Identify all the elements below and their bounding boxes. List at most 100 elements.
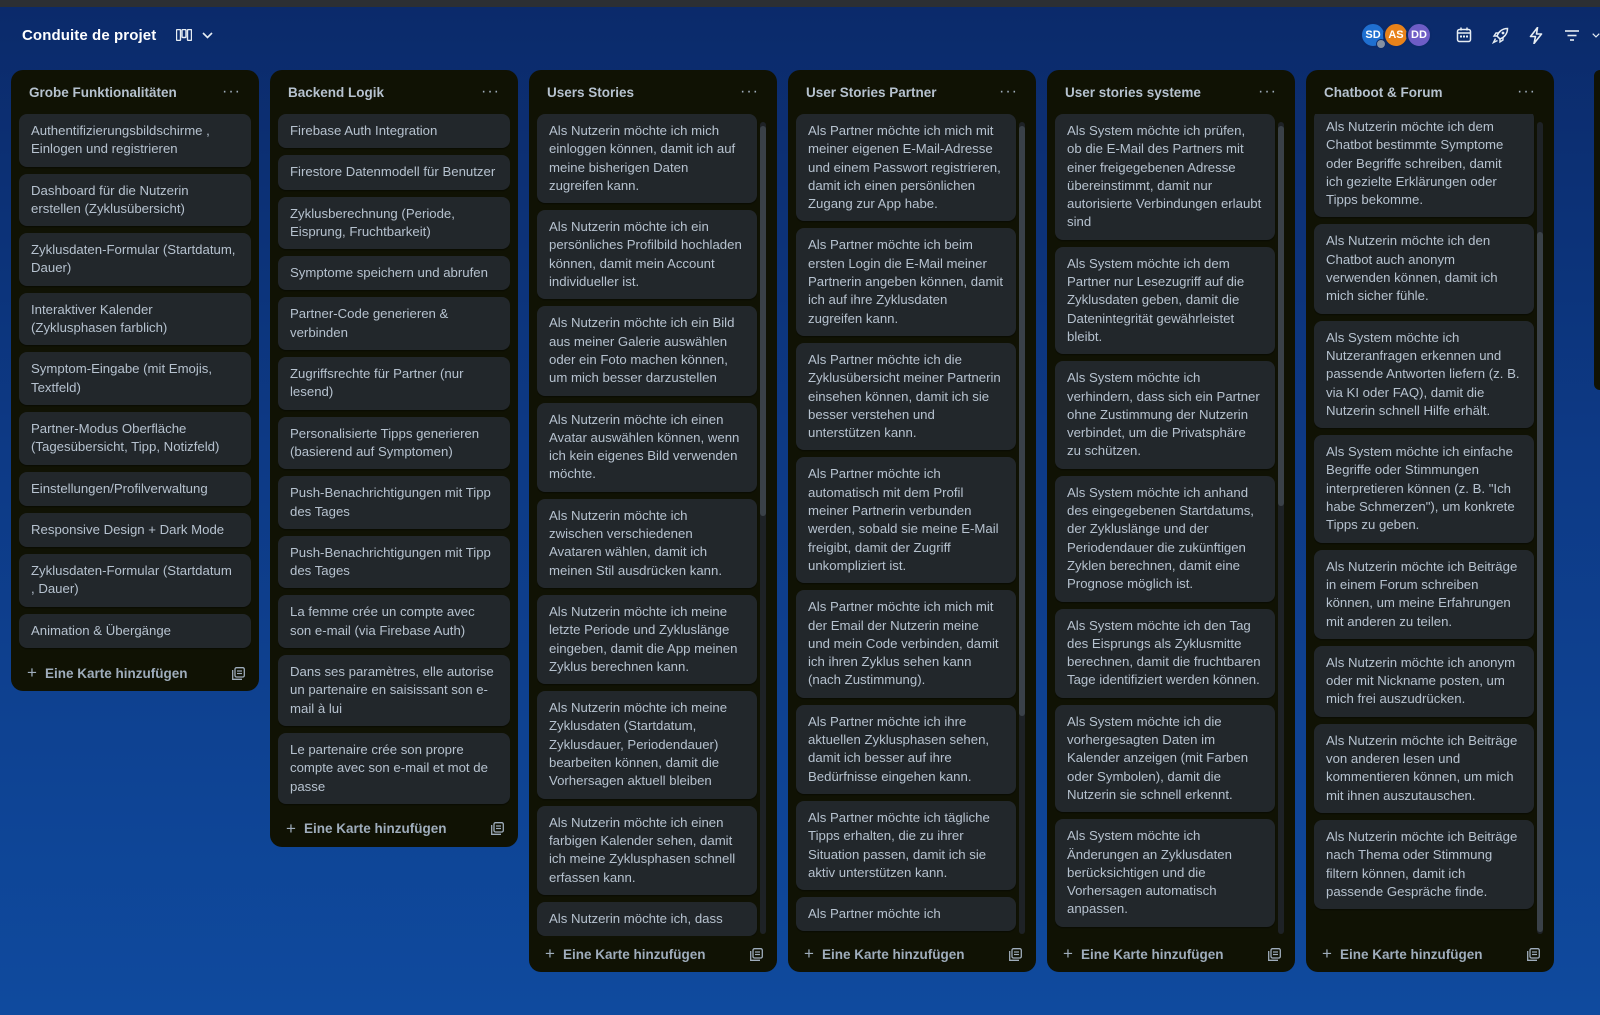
card-template-icon[interactable] [232, 666, 245, 680]
card[interactable]: Authentifizierungsbildschirme , Einlogen… [19, 114, 251, 167]
list-header[interactable]: User stories systeme ··· [1055, 70, 1287, 114]
list-title[interactable]: User stories systeme [1065, 85, 1201, 100]
more-options-icon[interactable]: ··· [740, 84, 759, 100]
list-header[interactable]: Users Stories ··· [537, 70, 769, 114]
list-header[interactable]: Backend Logik ··· [278, 70, 510, 114]
board-title[interactable]: Conduite de projet [22, 27, 156, 44]
list-header[interactable]: Chatboot & Forum ··· [1314, 70, 1546, 114]
list-title[interactable]: User Stories Partner [806, 85, 937, 100]
card[interactable]: Als Partner möchte ich mich mit meiner e… [796, 114, 1016, 222]
card[interactable]: Dashboard für die Nutzerin erstellen (Zy… [19, 173, 251, 227]
avatar[interactable]: DD [1406, 22, 1432, 48]
card[interactable]: Als Nutzerin möchte ich, dass [537, 901, 757, 936]
list-scrollbar[interactable] [1537, 122, 1543, 934]
card[interactable]: Push-Benachrichtigungen mit Tipp des Tag… [278, 476, 510, 529]
add-card-button[interactable]: + Eine Karte hinzufügen [1063, 944, 1223, 964]
lightning-icon[interactable] [1525, 24, 1547, 46]
card[interactable]: Als Nutzerin möchte ich meine Zyklusdate… [537, 691, 757, 799]
card[interactable]: Zyklusberechnung (Periode, Eisprung, Fru… [278, 196, 510, 250]
card[interactable]: Zugriffsrechte für Partner (nur lesend) [278, 357, 510, 410]
card[interactable]: Als System möchte ich dem Partner nur Le… [1055, 246, 1275, 355]
scrollbar-thumb[interactable] [760, 126, 766, 516]
card[interactable]: Als Nutzerin möchte ich Beiträge von and… [1314, 723, 1534, 813]
calendar-icon[interactable] [1453, 24, 1475, 46]
card[interactable]: Als Nutzerin möchte ich dem Chatbot best… [1314, 114, 1534, 218]
card[interactable]: Interaktiver Kalender (Zyklusphasen farb… [19, 292, 251, 346]
card[interactable]: Als System möchte ich verhindern, dass s… [1055, 361, 1275, 469]
card[interactable]: Als Nutzerin möchte ich Beiträge in eine… [1314, 549, 1534, 639]
card[interactable]: Als Nutzerin möchte ich mich einloggen k… [537, 114, 757, 204]
card[interactable]: Animation & Übergänge [19, 613, 251, 649]
card[interactable]: Als Partner möchte ich automatisch mit d… [796, 457, 1016, 584]
card[interactable]: Als Nutzerin möchte ich meine letzte Per… [537, 594, 757, 685]
card[interactable]: Als Nutzerin möchte ich Beiträge nach Th… [1314, 819, 1534, 910]
card[interactable]: Zyklusdaten-Formular (Startdatum , Dauer… [19, 554, 251, 607]
card[interactable]: Als System möchte ich die vorhergesagten… [1055, 704, 1275, 813]
card[interactable]: Als Nutzerin möchte ich anonym oder mit … [1314, 645, 1534, 717]
card[interactable]: Als Partner möchte ich die Zyklusübersic… [796, 342, 1016, 451]
list-title[interactable]: Grobe Funktionalitäten [29, 85, 177, 100]
card-template-icon[interactable] [1527, 947, 1540, 961]
card[interactable]: Als Nutzerin möchte ich zwischen verschi… [537, 498, 757, 588]
list-title[interactable]: Backend Logik [288, 85, 384, 100]
card-template-icon[interactable] [750, 947, 763, 961]
add-card-button[interactable]: + Eine Karte hinzufügen [804, 944, 964, 964]
card[interactable]: Als Partner möchte ich [796, 897, 1016, 932]
card[interactable]: Als Nutzerin möchte ich ein Bild aus mei… [537, 306, 757, 396]
card-template-icon[interactable] [491, 822, 504, 836]
card[interactable]: Als Partner möchte ich mich mit der Emai… [796, 590, 1016, 698]
card[interactable]: Als Nutzerin möchte ich einen farbigen K… [537, 805, 757, 895]
card[interactable]: Als System möchte ich Nutzeranfragen erk… [1314, 320, 1534, 429]
card[interactable]: Symptome speichern und abrufen [278, 256, 510, 291]
card-template-icon[interactable] [1268, 947, 1281, 961]
card[interactable]: Als Partner möchte ich beim ersten Login… [796, 228, 1016, 336]
filter-icon[interactable] [1561, 24, 1583, 46]
scrollbar-thumb[interactable] [1537, 232, 1543, 932]
add-card-button[interactable]: + Eine Karte hinzufügen [27, 663, 187, 683]
list-header[interactable]: User Stories Partner ··· [796, 70, 1028, 114]
card[interactable]: Als System möchte ich Änderungen an Zykl… [1055, 819, 1275, 927]
more-options-icon[interactable]: ··· [222, 84, 241, 100]
card[interactable]: Als System möchte ich prüfen, ob die E-M… [1055, 114, 1275, 240]
more-options-icon[interactable]: ··· [1258, 84, 1277, 100]
card[interactable]: Symptom-Eingabe (mit Emojis, Textfeld) [19, 352, 251, 405]
card[interactable]: Als System möchte ich den Tag des Eispru… [1055, 608, 1275, 698]
card[interactable]: Als System möchte ich einfache Begriffe … [1314, 435, 1534, 543]
card[interactable]: Als Nutzerin möchte ich ein persönliches… [537, 210, 757, 300]
card[interactable]: Einstellungen/Profilverwaltung [19, 471, 251, 506]
board-view-switcher[interactable] [176, 29, 213, 41]
add-card-button[interactable]: + Eine Karte hinzufügen [286, 819, 446, 839]
card[interactable]: Partner-Code generieren & verbinden [278, 297, 510, 351]
add-card-button[interactable]: + Eine Karte hinzufügen [545, 944, 705, 964]
more-options-icon[interactable]: ··· [481, 84, 500, 100]
list-scrollbar[interactable] [1019, 122, 1025, 934]
list-title[interactable]: Users Stories [547, 85, 634, 100]
chevron-down-icon[interactable] [1592, 24, 1600, 46]
card[interactable]: Le partenaire crée son propre compte ave… [278, 732, 510, 804]
list-header[interactable]: Grobe Funktionalitäten ··· [19, 70, 251, 114]
list-scrollbar[interactable] [760, 122, 766, 934]
card-template-icon[interactable] [1009, 947, 1022, 961]
card[interactable]: Firebase Auth Integration [278, 114, 510, 149]
add-card-button[interactable]: + Eine Karte hinzufügen [1322, 944, 1482, 964]
card[interactable]: Als Partner möchte ich ihre aktuellen Zy… [796, 704, 1016, 794]
list-scrollbar[interactable] [1278, 122, 1284, 934]
card[interactable]: Firestore Datenmodell für Benutzer [278, 155, 510, 190]
card[interactable]: Als System möchte ich anhand des eingege… [1055, 475, 1275, 602]
card[interactable]: La femme crée un compte avec son e-mail … [278, 595, 510, 649]
card[interactable]: Push-Benachrichtigungen mit Tipp des Tag… [278, 535, 510, 589]
card[interactable]: Als Partner möchte ich tägliche Tipps er… [796, 800, 1016, 891]
scrollbar-thumb[interactable] [1019, 126, 1025, 716]
more-options-icon[interactable]: ··· [999, 84, 1018, 100]
card[interactable]: Dans ses paramètres, elle autorise un pa… [278, 655, 510, 726]
card[interactable]: Partner-Modus Oberfläche (Tagesübersicht… [19, 411, 251, 465]
card[interactable]: Responsive Design + Dark Mode [19, 512, 251, 548]
list-title[interactable]: Chatboot & Forum [1324, 85, 1442, 100]
card[interactable]: Als Nutzerin möchte ich einen Avatar aus… [537, 402, 757, 492]
card[interactable]: Personalisierte Tipps generieren (basier… [278, 416, 510, 470]
rocket-icon[interactable] [1489, 24, 1511, 46]
more-options-icon[interactable]: ··· [1517, 84, 1536, 100]
card[interactable]: Zyklusdaten-Formular (Startdatum, Dauer) [19, 233, 251, 286]
card[interactable]: Als Nutzerin möchte ich den Chatbot auch… [1314, 224, 1534, 314]
scrollbar-thumb[interactable] [1278, 126, 1284, 506]
